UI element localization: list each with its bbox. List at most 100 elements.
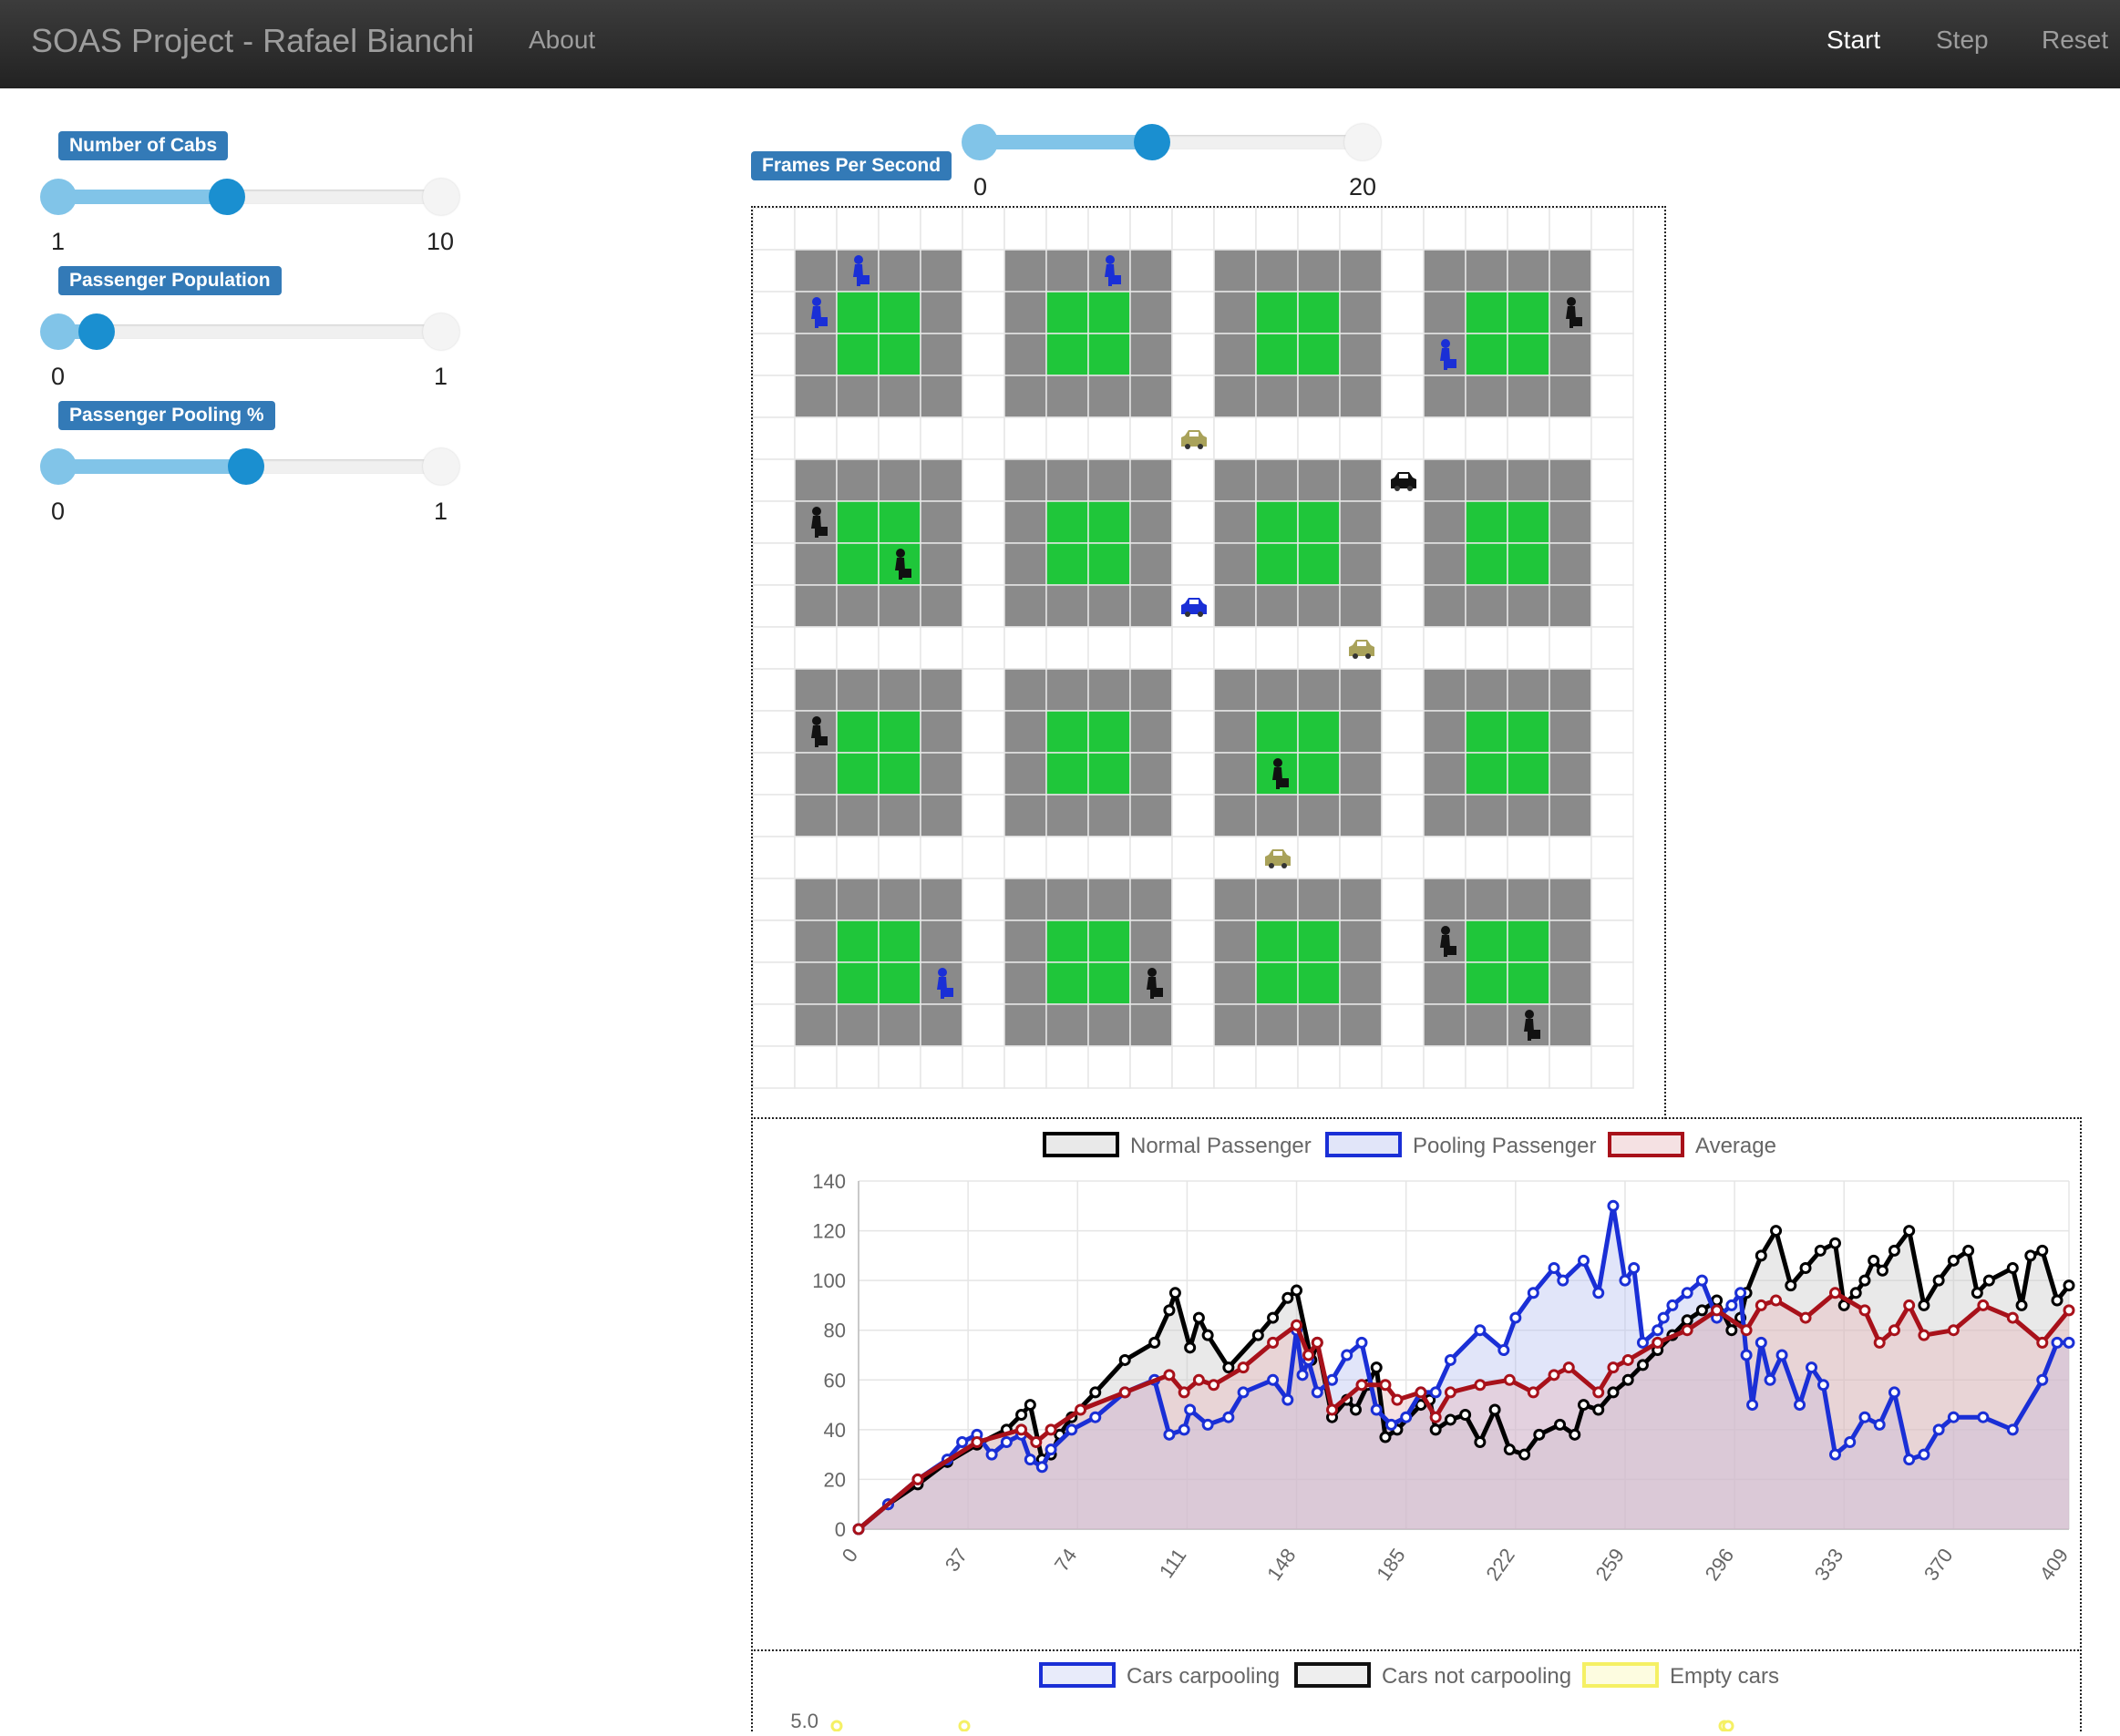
- park-cell: [1087, 291, 1131, 334]
- road-cell: [1590, 626, 1634, 670]
- road-cell: [962, 1003, 1005, 1047]
- road-cell: [1590, 961, 1634, 1005]
- road-cell: [1423, 207, 1467, 251]
- road-cell: [1590, 919, 1634, 963]
- data-point: [1746, 1399, 1759, 1412]
- fps-slider[interactable]: [962, 124, 1381, 160]
- road-cell: [962, 542, 1005, 586]
- building-cell: [1549, 584, 1592, 628]
- road-cell: [878, 1045, 921, 1089]
- building-cell: [878, 375, 921, 418]
- building-cell: [1297, 668, 1341, 712]
- data-point: [1725, 1299, 1738, 1311]
- park-cell: [1087, 919, 1131, 963]
- park-cell: [1045, 752, 1089, 796]
- pooling-slider-fill: [58, 459, 246, 474]
- road-cell: [1003, 1045, 1047, 1089]
- building-cell: [1339, 584, 1383, 628]
- data-point: [1281, 1393, 1294, 1406]
- road-cell: [962, 668, 1005, 712]
- building-cell: [1255, 1003, 1299, 1047]
- park-cell: [836, 752, 880, 796]
- data-point: [1888, 1386, 1900, 1399]
- reset-button[interactable]: Reset: [2042, 26, 2108, 55]
- road-cell: [1549, 207, 1592, 251]
- road-cell: [1213, 1045, 1257, 1089]
- city-simulation-canvas[interactable]: [751, 206, 1666, 1119]
- legend-swatch: [1608, 1132, 1684, 1157]
- data-point: [1569, 1428, 1581, 1441]
- road-cell: [1465, 207, 1508, 251]
- data-point: [1918, 1329, 1930, 1341]
- building-cell: [1549, 375, 1592, 418]
- pooling-slider[interactable]: [40, 448, 459, 485]
- road-cell: [1381, 961, 1425, 1005]
- park-cell: [1465, 291, 1508, 334]
- start-button[interactable]: Start: [1827, 26, 1880, 55]
- park-cell: [878, 710, 921, 754]
- road-cell: [1590, 668, 1634, 712]
- fps-slider-handle[interactable]: [1134, 124, 1170, 160]
- building-cell: [1213, 668, 1257, 712]
- road-cell: [962, 919, 1005, 963]
- data-point: [1932, 1423, 1945, 1436]
- data-point: [1722, 1720, 1734, 1732]
- building-cell: [794, 542, 838, 586]
- building-cell: [1129, 458, 1173, 502]
- park-cell: [1507, 542, 1550, 586]
- data-point: [830, 1720, 843, 1732]
- about-link[interactable]: About: [529, 26, 595, 55]
- park-cell: [878, 919, 921, 963]
- building-cell: [1507, 584, 1550, 628]
- building-cell: [836, 458, 880, 502]
- building-cell: [794, 1003, 838, 1047]
- building-cell: [1423, 794, 1467, 837]
- cabs-slider-handle[interactable]: [208, 179, 245, 215]
- road-cell: [752, 710, 796, 754]
- data-point: [1828, 1237, 1841, 1249]
- data-point: [1858, 1304, 1871, 1317]
- data-point: [985, 1448, 998, 1461]
- data-point: [2006, 1423, 2019, 1436]
- road-cell: [1213, 836, 1257, 879]
- pooling-slider-handle[interactable]: [227, 448, 264, 485]
- population-slider-handle[interactable]: [78, 313, 115, 350]
- road-cell: [1171, 668, 1215, 712]
- data-point: [1873, 1418, 1886, 1431]
- building-cell: [1087, 1003, 1131, 1047]
- building-cell: [794, 961, 838, 1005]
- building-cell: [1507, 249, 1550, 293]
- building-cell: [1423, 584, 1467, 628]
- navbar: SOAS Project - Rafael Bianchi About Star…: [0, 0, 2120, 88]
- road-cell: [1590, 710, 1634, 754]
- park-cell: [1507, 500, 1550, 544]
- road-cell: [794, 626, 838, 670]
- data-point: [1711, 1304, 1724, 1317]
- cabs-slider[interactable]: [40, 179, 459, 215]
- road-cell: [752, 961, 796, 1005]
- building-cell: [1003, 584, 1047, 628]
- data-point: [2063, 1279, 2075, 1292]
- road-cell: [1129, 207, 1173, 251]
- building-cell: [1255, 668, 1299, 712]
- road-cell: [1381, 836, 1425, 879]
- data-point: [1474, 1436, 1487, 1448]
- park-cell: [836, 291, 880, 334]
- data-point: [1281, 1291, 1294, 1304]
- brand-title[interactable]: SOAS Project - Rafael Bianchi: [31, 22, 474, 60]
- road-cell: [836, 1045, 880, 1089]
- step-button[interactable]: Step: [1936, 26, 1989, 55]
- population-max-label: 1: [434, 363, 448, 390]
- road-cell: [878, 836, 921, 879]
- population-slider[interactable]: [40, 313, 459, 350]
- road-cell: [752, 752, 796, 796]
- building-cell: [1003, 961, 1047, 1005]
- building-cell: [1255, 584, 1299, 628]
- road-cell: [794, 836, 838, 879]
- building-cell: [1003, 752, 1047, 796]
- pooling-slider-max-handle: [423, 448, 459, 485]
- building-cell: [836, 878, 880, 921]
- data-point: [1030, 1436, 1043, 1448]
- road-cell: [1087, 836, 1131, 879]
- building-cell: [920, 500, 963, 544]
